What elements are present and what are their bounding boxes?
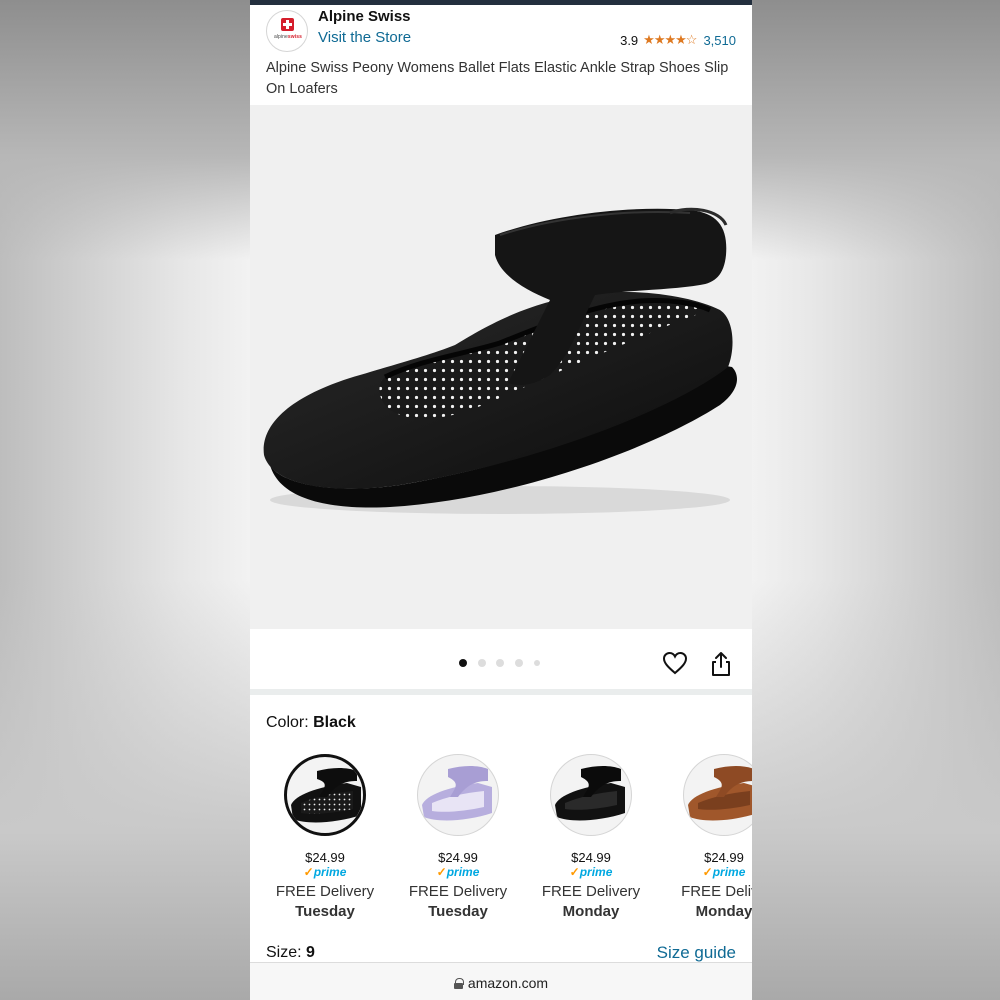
star-rating-icon: ★★★★☆ bbox=[643, 32, 697, 47]
lock-icon bbox=[453, 978, 464, 989]
carousel-dot[interactable] bbox=[534, 660, 540, 666]
swatch-price: $24.99 bbox=[571, 850, 611, 865]
swatch-price: $24.99 bbox=[438, 850, 478, 865]
carousel-dot[interactable] bbox=[496, 659, 504, 667]
carousel-dot[interactable] bbox=[459, 659, 467, 667]
size-label: Size: 9 bbox=[266, 944, 315, 961]
color-label: Color: Black bbox=[266, 714, 356, 731]
swatch-thumbnail bbox=[683, 754, 752, 836]
swatch-delivery: FREE Delivery bbox=[541, 883, 641, 900]
carousel-dot[interactable] bbox=[477, 659, 486, 667]
swatch-black-polka[interactable]: $24.99 ✓prime FREE Delivery Tuesday bbox=[265, 754, 385, 920]
swatch-black[interactable]: $24.99 ✓prime FREE Delivery Monday bbox=[531, 754, 651, 920]
rating-score: 3.9 bbox=[620, 32, 639, 48]
share-icon[interactable] bbox=[710, 651, 732, 677]
swatch-delivery-day: Monday bbox=[695, 903, 752, 920]
swatch-thumbnail bbox=[417, 754, 499, 836]
brand-logo[interactable]: alpineswiss bbox=[266, 10, 308, 52]
color-swatches: $24.99 ✓prime FREE Delivery Tuesday $24.… bbox=[250, 754, 752, 934]
prime-badge: ✓prime bbox=[569, 865, 613, 879]
swatch-delivery-day: Tuesday bbox=[295, 903, 355, 920]
swatch-delivery-day: Tuesday bbox=[428, 903, 488, 920]
size-guide-link[interactable]: Size guide bbox=[657, 943, 736, 963]
prime-badge: ✓prime bbox=[702, 865, 746, 879]
swatch-delivery: FREE Delive bbox=[681, 883, 752, 900]
swatch-price: $24.99 bbox=[704, 850, 744, 865]
swatch-price: $24.99 bbox=[305, 850, 345, 865]
swatch-delivery: FREE Delivery bbox=[408, 883, 508, 900]
swatch-thumbnail bbox=[550, 754, 632, 836]
brand-header: alpineswiss Alpine Swiss Visit the Store… bbox=[250, 5, 752, 55]
selected-size[interactable]: 9 bbox=[306, 944, 315, 961]
brand-name: Alpine Swiss bbox=[318, 8, 411, 25]
product-title: Alpine Swiss Peony Womens Ballet Flats E… bbox=[266, 60, 729, 97]
swatch-brown[interactable]: $24.99 ✓prime FREE Delive Monday bbox=[664, 754, 752, 920]
swiss-cross-icon bbox=[281, 18, 294, 31]
browser-address-bar[interactable]: amazon.com bbox=[250, 962, 752, 1000]
prime-badge: ✓prime bbox=[303, 865, 347, 879]
section-divider bbox=[250, 689, 752, 695]
visit-store-link[interactable]: Visit the Store bbox=[318, 29, 411, 46]
heart-icon[interactable] bbox=[662, 651, 688, 675]
swatch-delivery: FREE Delivery bbox=[275, 883, 375, 900]
carousel-controls bbox=[250, 629, 752, 689]
prime-badge: ✓prime bbox=[436, 865, 480, 879]
ballet-flat-image bbox=[263, 207, 737, 514]
phone-screen: alpineswiss Alpine Swiss Visit the Store… bbox=[250, 0, 752, 1000]
url-text: amazon.com bbox=[467, 975, 549, 991]
product-image[interactable] bbox=[250, 105, 752, 629]
brand-logo-text: alpineswiss bbox=[273, 34, 303, 40]
rating-summary[interactable]: 3.9 ★★★★☆ 3,510 bbox=[620, 32, 736, 48]
swatch-lavender[interactable]: $24.99 ✓prime FREE Delivery Tuesday bbox=[398, 754, 518, 920]
swatch-thumbnail bbox=[284, 754, 366, 836]
selected-color: Black bbox=[313, 714, 356, 731]
carousel-dot[interactable] bbox=[514, 659, 523, 667]
rating-count[interactable]: 3,510 bbox=[703, 33, 736, 48]
swatch-delivery-day: Monday bbox=[562, 903, 620, 920]
